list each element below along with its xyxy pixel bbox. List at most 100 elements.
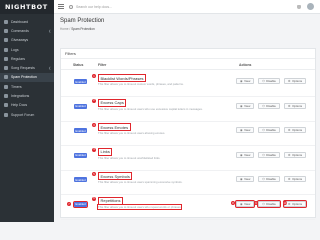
table-row: Enabled 6 Repetitions This filter allows yo…: [61, 194, 315, 220]
sidebar-item-label: Dashboard: [11, 19, 29, 24]
options-button[interactable]: ⚙ Options: [283, 78, 307, 84]
options-button[interactable]: ⚙ Options: [282, 199, 308, 208]
search-box[interactable]: Search our help docs...: [69, 4, 112, 9]
sidebar-item-regulars[interactable]: Regulars: [0, 54, 54, 63]
app-root: NIGHTBOT Dashboard Commands ❮ Giveaways Logs…: [0, 0, 320, 222]
eye-icon: ◉: [240, 103, 243, 108]
sidebar-item-label: Help Docs: [11, 103, 28, 108]
row-actions: ◉ View ⏻ Disable ⚙ Options: [236, 176, 310, 182]
status-badge[interactable]: Enabled: [74, 103, 87, 109]
view-button[interactable]: ◉ View: [234, 199, 256, 208]
chevron-icon: ❮: [48, 28, 51, 33]
view-label: View: [244, 103, 251, 108]
gear-icon: ⚙: [287, 103, 291, 108]
view-button[interactable]: ◉ View: [236, 102, 255, 109]
table-row: Enabled 2 Excess Caps This filter allows yo…: [61, 96, 315, 122]
row-actions: ◉ View ⏻ Disable ⚙ Options: [236, 102, 310, 109]
sidebar-item-integrations[interactable]: Integrations: [0, 91, 54, 100]
breadcrumb-current: Spam Protection: [71, 27, 95, 31]
table-row: Enabled 1 Blacklist Words/Phrases This filt…: [61, 71, 315, 97]
filter-name[interactable]: Excess Caps: [98, 98, 127, 107]
brand-logo[interactable]: NIGHTBOT: [0, 0, 54, 14]
eye-icon: ◉: [240, 177, 243, 181]
sidebar-item-help-docs[interactable]: Help Docs: [0, 101, 54, 110]
filter-description: This filter allows you to timeout users …: [98, 131, 166, 135]
disable-button[interactable]: ⏻ Disable: [258, 127, 280, 133]
options-button[interactable]: ⚙ Options: [283, 176, 307, 182]
sidebar-item-logs[interactable]: Logs: [0, 45, 54, 54]
status-badge[interactable]: Enabled: [74, 128, 87, 133]
callout-badge: 5: [92, 172, 96, 176]
sidebar-item-support-forum[interactable]: Support Forum: [0, 110, 54, 119]
view-button[interactable]: ◉ View: [236, 176, 255, 182]
music-icon: [4, 66, 8, 71]
disable-button[interactable]: ⏻ Disable: [258, 151, 280, 158]
clock-icon: [4, 84, 8, 89]
row-actions: ◉ View ⏻ Disable ⚙ Options: [236, 78, 310, 84]
filters-card: Filters Status Filter Actions Enabled 1 Bl…: [60, 48, 316, 220]
breadcrumb-home[interactable]: Home: [60, 27, 69, 31]
bell-icon[interactable]: [297, 4, 301, 9]
view-button[interactable]: ◉ View: [236, 151, 255, 158]
sidebar-item-spam-protection[interactable]: Spam Protection: [0, 72, 54, 83]
filter-name[interactable]: Links: [98, 147, 113, 156]
options-button[interactable]: ⚙ Options: [283, 127, 307, 133]
sidebar: NIGHTBOT Dashboard Commands ❮ Giveaways Logs…: [0, 0, 54, 222]
disable-label: Disable: [266, 201, 276, 206]
filter-name[interactable]: Excess Symbols: [98, 172, 133, 180]
view-button[interactable]: ◉ View: [236, 78, 255, 84]
disable-button[interactable]: ⏻ Disable: [258, 102, 280, 109]
sidebar-item-label: Support Forum: [11, 112, 35, 117]
gear-icon: ⚙: [287, 152, 291, 157]
sidebar-item-label: Integrations: [11, 94, 30, 99]
options-label: Options: [292, 152, 303, 157]
power-icon: ⏻: [262, 152, 265, 157]
filter-description: This filter allows you to timeout custom…: [98, 82, 184, 86]
options-label: Options: [292, 177, 303, 181]
options-button[interactable]: ⚙ Options: [283, 151, 307, 158]
power-icon: ⏻: [262, 201, 265, 206]
disable-button[interactable]: ⏻ Disable: [258, 78, 280, 84]
gift-icon: [4, 38, 8, 43]
disable-button[interactable]: ⏻ Disable: [258, 176, 280, 182]
row-actions: ◉ View ⏻ Disable ⚙ Options: [236, 127, 310, 133]
options-button[interactable]: ⚙ Options: [283, 102, 307, 109]
filter-description: This filter allows you to timeout unwhit…: [98, 155, 161, 160]
sidebar-nav: Dashboard Commands ❮ Giveaways Logs Regulars S…: [0, 14, 54, 119]
sidebar-item-giveaways[interactable]: Giveaways: [0, 36, 54, 45]
options-label: Options: [292, 103, 303, 108]
search-input[interactable]: Search our help docs...: [76, 5, 112, 9]
row-actions: ◉ View ⏻ Disable ⚙ Options: [236, 151, 310, 158]
table-row: Enabled 3 Excess Emotes This filter allows …: [61, 120, 315, 146]
filter-name[interactable]: Excess Emotes: [98, 123, 131, 131]
status-badge[interactable]: Enabled: [74, 79, 87, 84]
status-badge[interactable]: Enabled: [74, 152, 87, 158]
view-label: View: [244, 177, 251, 181]
breadcrumb: Home / Spam Protection: [60, 27, 104, 31]
view-label: View: [244, 79, 251, 83]
status-badge[interactable]: Enabled: [74, 177, 87, 182]
table-row: Enabled 5 Excess Symbols This filter allows…: [61, 169, 315, 195]
filter-name[interactable]: Blacklist Words/Phrases: [98, 74, 147, 82]
view-label: View: [244, 128, 251, 132]
disable-label: Disable: [266, 79, 276, 83]
sidebar-item-timers[interactable]: Timers: [0, 82, 54, 91]
column-actions: Actions: [239, 63, 252, 67]
sidebar-item-song-requests[interactable]: Song Requests ❮: [0, 63, 54, 72]
sidebar-item-label: Regulars: [11, 56, 26, 61]
gear-icon: ⚙: [287, 201, 291, 206]
filter-name[interactable]: Repetitions: [98, 196, 124, 205]
view-label: View: [244, 201, 251, 206]
sidebar-item-commands[interactable]: Commands ❮: [0, 26, 54, 35]
sidebar-item-label: Timers: [11, 84, 22, 89]
status-badge[interactable]: Enabled: [72, 200, 89, 208]
avatar[interactable]: [307, 3, 314, 10]
options-label: Options: [292, 201, 303, 206]
disable-button[interactable]: ⏻ Disable: [256, 199, 282, 208]
help-icon: [4, 103, 8, 108]
callout-badge: 2: [92, 98, 96, 103]
sidebar-item-dashboard[interactable]: Dashboard: [0, 17, 54, 26]
view-button[interactable]: ◉ View: [236, 127, 255, 133]
hamburger-icon[interactable]: [58, 4, 64, 9]
callout-badge: 1: [92, 74, 96, 78]
